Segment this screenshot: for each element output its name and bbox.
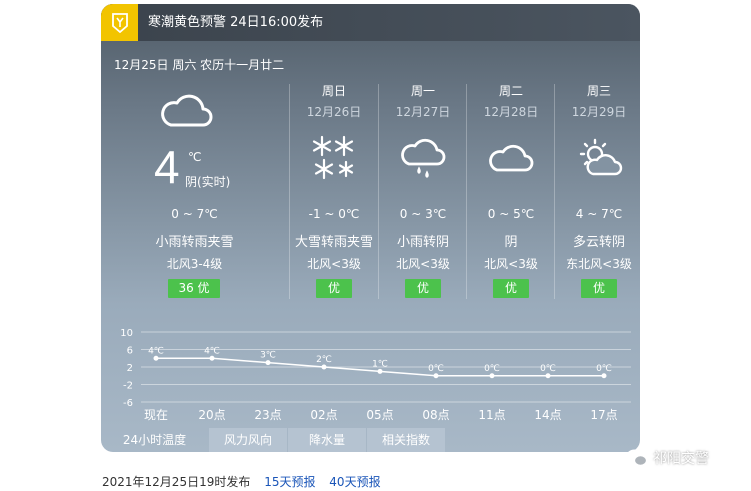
data-label: 2℃ bbox=[316, 355, 332, 365]
forecast-wind: 东北风<3级 bbox=[566, 257, 632, 271]
data-point bbox=[209, 355, 215, 361]
data-point bbox=[433, 373, 439, 379]
y-tick-label: -6 bbox=[123, 398, 133, 409]
forecast-aqi-badge[interactable]: 优 bbox=[581, 279, 617, 298]
forecast-40-day-link[interactable]: 40天预报 bbox=[329, 475, 380, 489]
watermark: 祁阳交警 bbox=[626, 448, 709, 468]
watermark-text: 祁阳交警 bbox=[653, 451, 709, 467]
data-label: 3℃ bbox=[260, 351, 276, 361]
forecast-day-3[interactable]: 周二 12月28日 0 ~ 5℃ 阴 北风<3级 优 bbox=[467, 4, 555, 304]
x-tick-label: 02点 bbox=[310, 408, 337, 422]
x-tick-label: 17点 bbox=[590, 408, 617, 422]
x-tick-label: 05点 bbox=[366, 408, 393, 422]
weather-card: 寒潮黄色预警 24日16:00发布 12月25日 周六 农历十一月廿二 4 ℃ … bbox=[101, 4, 640, 452]
y-tick-label: 10 bbox=[120, 328, 133, 339]
forecast-weather: 大雪转雨夹雪 bbox=[294, 235, 373, 250]
today-aqi-badge[interactable]: 36 优 bbox=[168, 279, 220, 298]
y-tick-label: 2 bbox=[127, 363, 133, 374]
data-label: 0℃ bbox=[540, 364, 556, 374]
publish-time: 2021年12月25日19时发布 bbox=[102, 475, 251, 489]
today-weather: 小雨转雨夹雪 bbox=[155, 235, 234, 250]
forecast-temp-range: 0 ~ 3℃ bbox=[399, 207, 447, 221]
forecast-aqi-badge[interactable]: 优 bbox=[493, 279, 529, 298]
today-date: 12月25日 周六 农历十一月廿二 bbox=[114, 58, 285, 72]
data-point bbox=[377, 368, 383, 374]
x-tick-label: 23点 bbox=[254, 408, 281, 422]
today-wind: 北风3-4级 bbox=[166, 257, 223, 271]
forecast-day-2[interactable]: 周一 12月27日 0 ~ 3℃ 小雨转阴 北风<3级 优 bbox=[379, 4, 467, 304]
temperature-unit: ℃ bbox=[188, 150, 202, 164]
y-tick-label: -2 bbox=[123, 381, 133, 392]
x-tick-label: 08点 bbox=[422, 408, 449, 422]
data-label: 4℃ bbox=[148, 346, 164, 356]
forecast-date: 12月27日 bbox=[395, 105, 451, 119]
tab-related-index[interactable]: 相关指数 bbox=[367, 428, 445, 452]
x-tick-label: 现在 bbox=[144, 408, 168, 422]
forecast-weekday: 周三 bbox=[586, 84, 611, 98]
heavy-snow-icon bbox=[310, 134, 358, 182]
forecast-temp-range: 4 ~ 7℃ bbox=[575, 207, 623, 221]
data-point bbox=[265, 360, 271, 366]
tab-wind[interactable]: 风力风向 bbox=[209, 428, 287, 452]
forecast-day-1[interactable]: 周日 12月26日 -1 ~ 0℃ 大雪转雨夹雪 北风<3级 优 bbox=[290, 4, 378, 304]
forecast-wind: 北风<3级 bbox=[307, 257, 361, 271]
tab-precipitation[interactable]: 降水量 bbox=[288, 428, 366, 452]
forecast-wind: 北风<3级 bbox=[484, 257, 538, 271]
tab-24h-temperature[interactable]: 24小时温度 bbox=[101, 428, 208, 452]
forecast-date: 12月26日 bbox=[306, 105, 362, 119]
cold-wave-alert-icon bbox=[101, 4, 138, 41]
forecast-date: 12月28日 bbox=[483, 105, 539, 119]
forecast-weather: 小雨转阴 bbox=[396, 235, 449, 250]
forecast-weekday: 周日 bbox=[321, 84, 346, 98]
cloudy-icon bbox=[487, 134, 535, 182]
data-label: 0℃ bbox=[484, 364, 500, 374]
forecast-weekday: 周一 bbox=[410, 84, 435, 98]
data-label: 0℃ bbox=[596, 364, 612, 374]
forecast-date: 12月29日 bbox=[571, 105, 627, 119]
data-label: 1℃ bbox=[372, 359, 388, 369]
data-point bbox=[545, 373, 551, 379]
data-label: 4℃ bbox=[204, 346, 220, 356]
forecast-weekday: 周二 bbox=[498, 84, 523, 98]
forecast-aqi-badge[interactable]: 优 bbox=[405, 279, 441, 298]
light-rain-icon bbox=[399, 134, 447, 182]
y-tick-label: 6 bbox=[127, 346, 133, 357]
current-condition: 阴(实时) bbox=[185, 175, 231, 189]
forecast-day-4[interactable]: 周三 12月29日 4 ~ 7℃ 多云转阴 东北风<3级 优 bbox=[555, 4, 640, 304]
temperature-chart: 10 6 2 -2 -6 4℃ 现在 4℃ 20点 3℃ 23点 2℃ 02点 1℃ 05点 0℃ 08点 0℃ 1… bbox=[101, 322, 640, 428]
x-tick-label: 20点 bbox=[198, 408, 225, 422]
x-tick-label: 11点 bbox=[478, 408, 505, 422]
data-point bbox=[321, 364, 327, 370]
forecast-weather: 阴 bbox=[504, 235, 518, 250]
data-point bbox=[153, 355, 159, 361]
data-label: 0℃ bbox=[428, 364, 444, 374]
current-temperature: 4 bbox=[154, 141, 180, 193]
data-point bbox=[489, 373, 495, 379]
chart-tabs: 24小时温度 风力风向 降水量 相关指数 bbox=[101, 428, 640, 452]
footer: 2021年12月25日19时发布 15天预报 40天预报 bbox=[102, 473, 381, 490]
forecast-weather: 多云转阴 bbox=[572, 235, 625, 250]
forecast-temp-range: 0 ~ 5℃ bbox=[487, 207, 535, 221]
today-temp-range: 0 ~ 7℃ bbox=[171, 207, 218, 221]
data-point bbox=[601, 373, 607, 379]
wechat-icon bbox=[626, 449, 648, 467]
forecast-wind: 北风<3级 bbox=[396, 257, 450, 271]
forecast-15-day-link[interactable]: 15天预报 bbox=[264, 475, 315, 489]
forecast-temp-range: -1 ~ 0℃ bbox=[308, 207, 360, 221]
forecast-aqi-badge[interactable]: 优 bbox=[316, 279, 352, 298]
cloudy-icon bbox=[159, 89, 213, 133]
temperature-line-chart: 10 6 2 -2 -6 4℃ 现在 4℃ 20点 3℃ 23点 2℃ 02点 1℃ 05点 0℃ 08点 0℃ 1… bbox=[120, 328, 631, 422]
partly-cloudy-icon bbox=[575, 134, 623, 182]
x-tick-label: 14点 bbox=[534, 408, 561, 422]
